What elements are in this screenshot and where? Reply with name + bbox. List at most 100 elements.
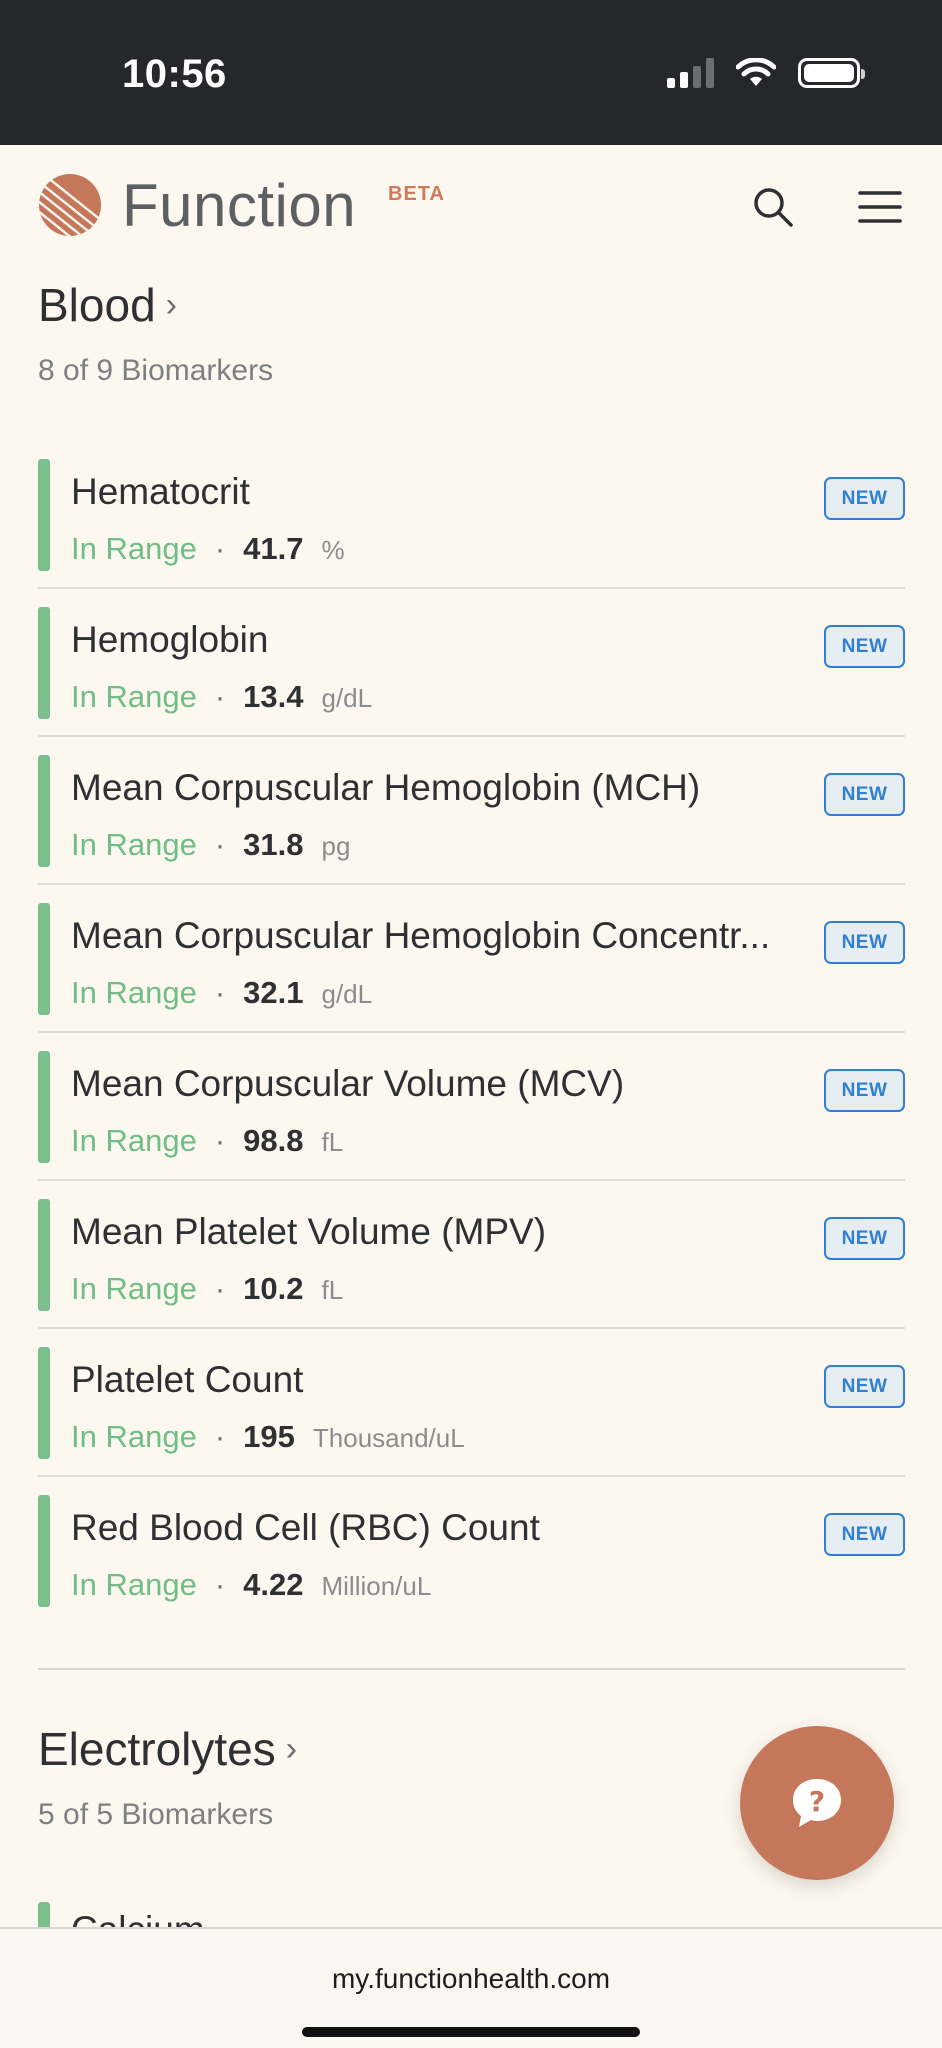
url-bar[interactable]: my.functionhealth.com [0,1963,942,1995]
biomarker-name: Hemoglobin [71,619,269,660]
home-indicator[interactable] [302,2027,640,2037]
status-indicator-bar [38,1347,50,1459]
biomarker-value: 195 [243,1419,295,1454]
separator-dot: · [214,1567,226,1602]
beta-label: BETA [388,183,445,205]
section-title-label: Blood [38,279,156,331]
cellular-signal-icon [667,58,714,88]
biomarker-meta: In Range · 32.1 g/dL [71,975,372,1011]
biomarker-unit: fL [321,1275,344,1305]
biomarker-meta: In Range · 41.7 % [71,531,345,567]
biomarker-meta: In Range · 98.8 fL [71,1123,343,1159]
biomarker-meta: In Range · 13.4 g/dL [71,679,372,715]
section-title-blood[interactable]: Blood › [38,278,177,332]
biomarker-status: In Range [71,1123,197,1158]
biomarker-name: Red Blood Cell (RBC) Count [71,1507,540,1548]
biomarker-row[interactable]: Mean Corpuscular Hemoglobin Concentr... … [38,885,905,1033]
new-badge: NEW [824,1365,905,1408]
biomarker-name[interactable]: Calcium [71,1909,205,1927]
biomarker-value: 32.1 [243,975,304,1010]
biomarker-status: In Range [71,531,197,566]
function-logo-icon[interactable] [38,173,102,237]
section-subtitle: 5 of 5 Biomarkers [38,1798,274,1831]
biomarker-row[interactable]: Hematocrit In Range · 41.7 % NEW [38,441,905,589]
biomarker-row[interactable]: Mean Corpuscular Volume (MCV) In Range ·… [38,1033,905,1181]
biomarker-name: Platelet Count [71,1359,304,1400]
new-badge: NEW [824,477,905,520]
biomarker-unit: pg [321,831,351,861]
biomarker-list-blood: Hematocrit In Range · 41.7 % NEW Hemoglo… [38,441,905,1625]
separator-dot: · [214,679,226,714]
biomarker-name: Mean Corpuscular Hemoglobin Concentr... [71,915,771,956]
biomarker-status: In Range [71,679,197,714]
biomarker-row[interactable]: Mean Platelet Volume (MPV) In Range · 10… [38,1181,905,1329]
biomarker-unit: g/dL [321,979,373,1009]
status-indicator-bar [38,1902,50,1928]
biomarker-name: Mean Corpuscular Hemoglobin (MCH) [71,767,701,808]
biomarker-meta: In Range · 195 Thousand/uL [71,1419,465,1455]
biomarker-value: 98.8 [243,1123,304,1158]
section-title-label: Electrolytes [38,1723,276,1775]
new-badge: NEW [824,1217,905,1260]
biomarker-status: In Range [71,1567,197,1602]
status-indicator-bar [38,903,50,1015]
biomarker-value: 41.7 [243,531,304,566]
biomarker-row[interactable]: Red Blood Cell (RBC) Count In Range · 4.… [38,1477,905,1625]
brand-name[interactable]: Function [122,171,356,240]
biomarker-unit: fL [321,1127,344,1157]
status-indicator-bar [38,755,50,867]
biomarker-value: 13.4 [243,679,304,714]
biomarker-name: Mean Platelet Volume (MPV) [71,1211,547,1252]
separator-dot: · [214,531,226,566]
biomarker-value: 4.22 [243,1567,304,1602]
status-indicator-bar [38,459,50,571]
status-indicator-bar [38,1199,50,1311]
biomarker-unit: Million/uL [321,1571,432,1601]
chevron-right-icon: › [165,285,177,324]
biomarker-row[interactable]: Hemoglobin In Range · 13.4 g/dL NEW [38,589,905,737]
biomarker-name: Mean Corpuscular Volume (MCV) [71,1063,625,1104]
new-badge: NEW [824,773,905,816]
search-icon[interactable] [749,183,797,231]
status-time: 10:56 [122,52,227,96]
browser-bottom-bar: my.functionhealth.com [0,1927,942,2048]
separator-dot: · [214,1419,226,1454]
app-header: Function BETA [0,145,942,267]
biomarker-status: In Range [71,1419,197,1454]
new-badge: NEW [824,625,905,668]
biomarker-unit: % [321,535,345,565]
new-badge: NEW [824,921,905,964]
section-title-electrolytes[interactable]: Electrolytes › [38,1722,297,1776]
biomarker-status: In Range [71,827,197,862]
battery-icon [798,58,865,88]
svg-text:?: ? [809,1785,825,1818]
biomarker-unit: g/dL [321,683,373,713]
chevron-right-icon: › [285,1729,298,1768]
hamburger-menu-icon[interactable] [856,183,904,231]
separator-dot: · [214,1123,226,1158]
biomarker-status: In Range [71,1271,197,1306]
new-badge: NEW [824,1069,905,1112]
status-icons [667,58,865,88]
help-button[interactable]: ? [740,1726,894,1880]
new-badge: NEW [824,1513,905,1556]
biomarker-meta: In Range · 31.8 pg [71,827,350,863]
separator-dot: · [214,975,226,1010]
biomarker-value: 31.8 [243,827,304,862]
biomarker-row[interactable]: Platelet Count In Range · 195 Thousand/u… [38,1329,905,1477]
biomarker-value: 10.2 [243,1271,304,1306]
status-indicator-bar [38,607,50,719]
status-bar: 10:56 [0,0,942,145]
status-indicator-bar [38,1051,50,1163]
status-indicator-bar [38,1495,50,1607]
biomarker-row[interactable]: Mean Corpuscular Hemoglobin (MCH) In Ran… [38,737,905,885]
biomarker-meta: In Range · 4.22 Million/uL [71,1567,431,1603]
biomarker-status: In Range [71,975,197,1010]
wifi-icon [736,58,776,86]
biomarker-meta: In Range · 10.2 fL [71,1271,343,1307]
help-chat-icon: ? [793,1779,841,1827]
section-divider [38,1668,905,1670]
section-subtitle: 8 of 9 Biomarkers [38,354,274,387]
biomarker-name: Hematocrit [71,471,250,512]
biomarker-unit: Thousand/uL [312,1423,465,1453]
